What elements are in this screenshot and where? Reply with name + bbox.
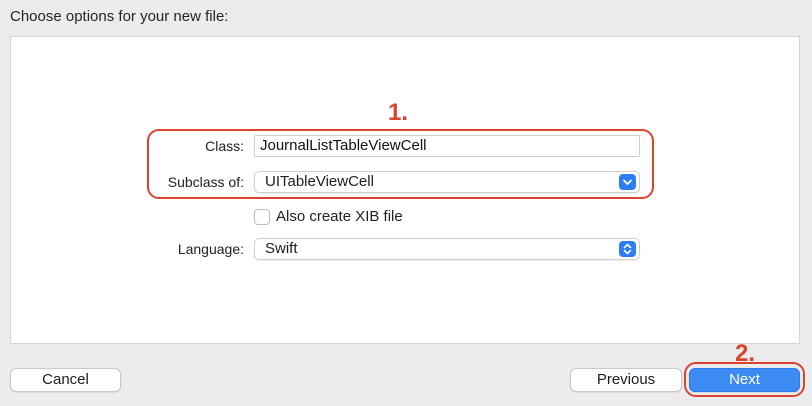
step-1-label: 1. bbox=[388, 99, 409, 126]
language-popup[interactable]: Swift bbox=[254, 238, 640, 260]
cancel-button[interactable]: Cancel bbox=[10, 368, 121, 392]
step-1-highlight bbox=[147, 129, 654, 199]
next-button[interactable]: Next bbox=[689, 368, 800, 392]
language-popup-value: Swift bbox=[265, 240, 298, 257]
language-label: Language: bbox=[177, 241, 244, 257]
up-down-chevron-icon bbox=[619, 241, 636, 257]
create-xib-label[interactable]: Also create XIB file bbox=[276, 208, 403, 225]
create-xib-checkbox[interactable] bbox=[254, 209, 270, 225]
previous-button[interactable]: Previous bbox=[570, 368, 682, 392]
header-title: Choose options for your new file: bbox=[10, 8, 229, 25]
